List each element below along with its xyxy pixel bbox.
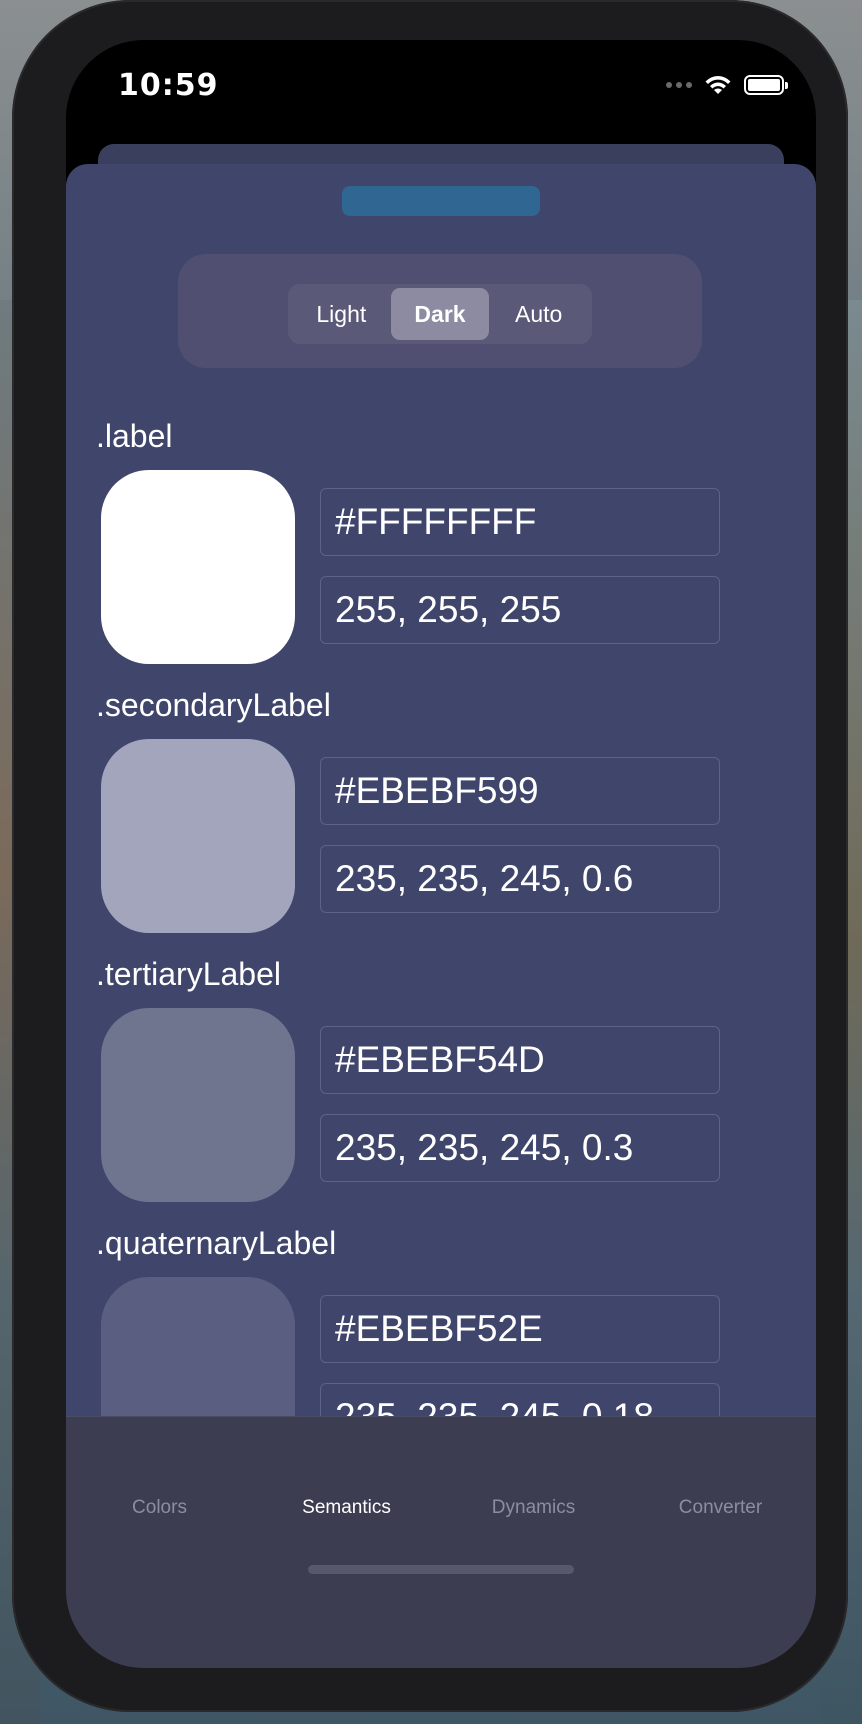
hex-field-quaternary-label[interactable]: #EBEBF52E <box>320 1295 720 1363</box>
tab-bar: Colors Semantics Dynamics Converter <box>66 1416 816 1668</box>
color-swatch-label <box>101 470 295 664</box>
color-swatch-tertiary-label <box>101 1008 295 1202</box>
segment-light[interactable]: Light <box>292 288 391 340</box>
tab-dynamics[interactable]: Dynamics <box>440 1497 627 1519</box>
hex-field-tertiary-label[interactable]: #EBEBF54D <box>320 1026 720 1094</box>
tab-converter[interactable]: Converter <box>627 1497 814 1519</box>
rgb-field-secondary-label[interactable]: 235, 235, 245, 0.6 <box>320 845 720 913</box>
sheet-drag-handle[interactable] <box>342 186 540 216</box>
appearance-panel: Light Dark Auto <box>178 254 702 368</box>
phone-screen: 10:59 Light Dark Auto .label #FFFFFFFF 2… <box>66 40 816 1668</box>
home-indicator[interactable] <box>308 1565 574 1574</box>
phone-frame: 10:59 Light Dark Auto .label #FFFFFFFF 2… <box>12 0 848 1712</box>
hex-field-secondary-label[interactable]: #EBEBF599 <box>320 757 720 825</box>
rgb-field-tertiary-label[interactable]: 235, 235, 245, 0.3 <box>320 1114 720 1182</box>
tab-colors[interactable]: Colors <box>66 1497 253 1519</box>
color-name-label: .label <box>96 418 173 454</box>
battery-icon <box>744 75 788 95</box>
color-swatch-secondary-label <box>101 739 295 933</box>
rgb-field-label[interactable]: 255, 255, 255 <box>320 576 720 644</box>
notch <box>216 40 666 112</box>
tab-semantics[interactable]: Semantics <box>253 1497 440 1519</box>
color-name-secondary-label: .secondaryLabel <box>96 687 331 723</box>
status-icons <box>656 70 788 100</box>
hex-field-label[interactable]: #FFFFFFFF <box>320 488 720 556</box>
segment-auto[interactable]: Auto <box>489 288 588 340</box>
status-time: 10:59 <box>118 68 219 103</box>
appearance-segmented-control[interactable]: Light Dark Auto <box>288 284 592 344</box>
color-name-quaternary-label: .quaternaryLabel <box>96 1225 337 1261</box>
wifi-icon <box>705 76 731 94</box>
color-name-tertiary-label: .tertiaryLabel <box>96 956 281 992</box>
segment-dark[interactable]: Dark <box>390 288 490 340</box>
